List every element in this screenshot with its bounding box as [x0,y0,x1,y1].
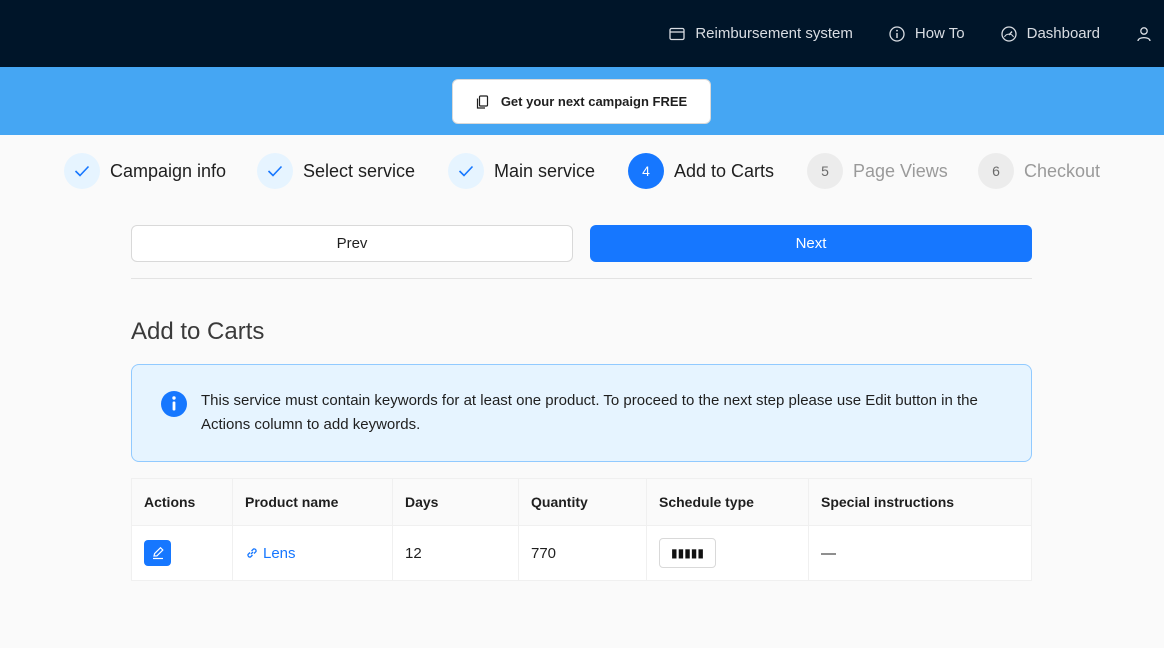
column-header-special-instructions: Special instructions [821,494,955,510]
schedule-type-value[interactable]: ▮▮▮▮▮ [659,538,716,568]
cell-actions [132,526,233,580]
cell-days: 12 [393,526,519,580]
top-nav-menu: Reimbursement system How To Dashboard [669,0,1164,67]
edit-button[interactable] [144,540,171,566]
nav-dashboard-label: Dashboard [1026,25,1100,42]
link-icon [247,548,257,558]
step-label: Add to Carts [674,160,775,181]
divider [131,278,1032,279]
nav-dashboard[interactable]: Dashboard [1000,25,1100,42]
step-number: 4 [628,153,664,189]
check-icon [257,153,293,189]
check-icon [448,153,484,189]
step-number: 5 [807,153,843,189]
promo-button[interactable]: Get your next campaign FREE [452,79,711,124]
step-add-to-carts[interactable]: 4 Add to Carts [628,150,774,192]
nav-user[interactable] [1136,26,1164,42]
alert-message: This service must contain keywords for a… [201,392,978,433]
cell-product-name: Lens [233,526,393,580]
products-table: Actions Product name Days Quantity Sched… [131,478,1032,581]
check-icon [64,153,100,189]
step-label: Main service [494,160,596,181]
nav-reimbursement-label: Reimbursement system [695,25,853,42]
edit-icon [152,546,164,560]
table-row: Lens 12 770 ▮▮▮▮▮ — [132,526,1031,580]
nav-how-to-label: How To [914,25,965,42]
step-label: Campaign info [110,160,227,181]
product-name: Lens [263,544,296,562]
step-number: 6 [978,153,1014,189]
top-navbar: Reimbursement system How To Dashboard [0,0,1164,67]
column-header-days: Days [393,479,519,525]
step-label: Select service [303,160,416,181]
info-icon [161,391,187,417]
promo-label: Get your next campaign FREE [500,94,688,109]
table-header: Actions Product name Days Quantity Sched… [132,479,1031,526]
step-page-views[interactable]: 5 Page Views [807,150,948,192]
info-circle-icon [889,25,905,42]
next-button[interactable]: Next [590,225,1032,262]
column-header-actions: Actions [132,479,233,525]
dashboard-icon [1000,25,1017,42]
user-icon [1137,26,1151,41]
step-label: Page Views [853,160,948,181]
cell-schedule-type: ▮▮▮▮▮ [647,526,809,580]
column-header-schedule-type: Schedule type [647,479,809,525]
nav-reimbursement-system[interactable]: Reimbursement system [669,25,853,42]
step-campaign-info[interactable]: Campaign info [64,150,226,192]
card-icon [669,27,685,40]
column-header-quantity: Quantity [519,479,647,525]
step-select-service[interactable]: Select service [257,150,415,192]
product-link[interactable]: Lens [245,545,296,562]
step-checkout[interactable]: 6 Checkout [978,150,1100,192]
prev-button[interactable]: Prev [131,225,573,262]
nav-how-to[interactable]: How To [889,25,965,42]
cell-special-instructions: — [821,544,836,562]
column-header-product-name: Product name [233,479,393,525]
info-alert: This service must contain keywords for a… [131,364,1032,462]
step-main-service[interactable]: Main service [448,150,595,192]
step-label: Checkout [1024,160,1101,181]
copy-icon [476,94,488,109]
section-title: Add to Carts [131,318,265,345]
cell-quantity: 770 [519,526,647,580]
wizard-steps: Campaign info Select service Main servic… [0,150,1164,192]
